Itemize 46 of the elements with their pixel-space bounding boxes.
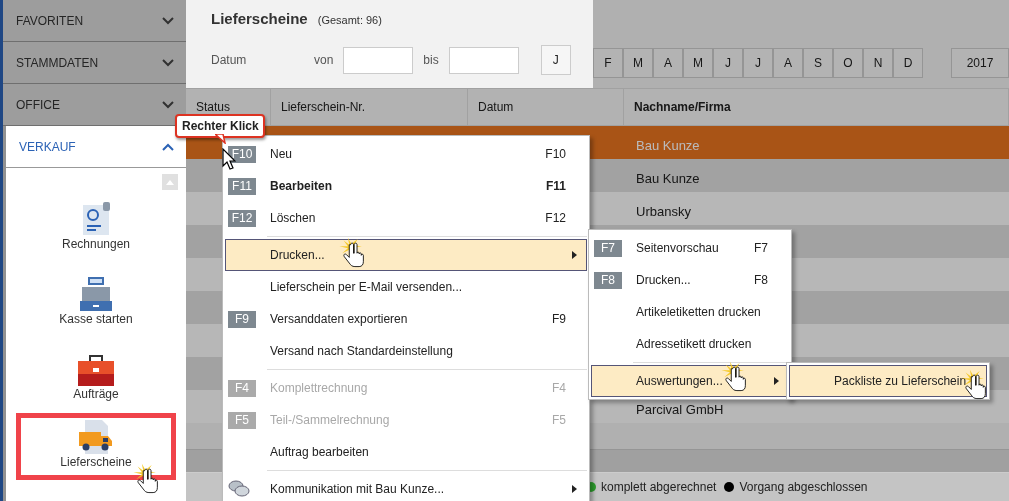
column-header[interactable]: Nachname/Firma — [624, 89, 1009, 125]
sidebar-section-header[interactable]: STAMMDATEN — [3, 42, 186, 84]
menu-item[interactable]: Artikeletiketten drucken — [591, 296, 789, 328]
table-cell-text: Urbansky — [635, 202, 692, 221]
sidebar-item[interactable]: Rechnungen — [11, 182, 181, 257]
column-header[interactable]: Datum — [468, 89, 624, 125]
month-button[interactable]: O — [833, 48, 863, 78]
to-label: bis — [423, 53, 439, 67]
year-button[interactable]: 2017 — [951, 48, 1009, 78]
month-button[interactable]: D — [893, 48, 923, 78]
menu-item[interactable]: F9 Versanddaten exportieren F9 — [225, 303, 587, 335]
menu-item[interactable]: Adressetikett drucken — [591, 328, 789, 360]
legend-label: komplett abgerechnet — [601, 480, 717, 494]
month-button[interactable]: J — [540, 45, 571, 75]
column-header[interactable]: Lieferschein-Nr. — [271, 89, 468, 125]
callout-tooltip: Rechter Klick — [175, 114, 265, 146]
month-button[interactable]: J — [743, 48, 773, 78]
month-button[interactable]: A — [773, 48, 803, 78]
month-button[interactable]: N — [863, 48, 893, 78]
table-cell-text: Parcival GmbH — [635, 400, 725, 419]
menu-item[interactable]: F8 Drucken... F8 — [591, 264, 789, 296]
menu-item[interactable]: Auswertungen... — [591, 365, 789, 397]
legend-label: Vorgang abgeschlossen — [739, 480, 868, 494]
menu-item[interactable]: Packliste zu Lieferschein — [789, 365, 987, 397]
menu-item[interactable]: F7 Seitenvorschau F7 — [591, 232, 789, 264]
month-button[interactable]: M — [623, 48, 653, 78]
menu-item[interactable]: Drucken... — [225, 239, 587, 271]
month-button[interactable]: F — [593, 48, 623, 78]
sidebar-item[interactable]: Aufträge — [11, 332, 181, 407]
table-cell-text: Bau Kunze — [635, 169, 701, 188]
menu-item[interactable]: Lieferschein per E-Mail versenden... — [225, 271, 587, 303]
from-label: von — [314, 53, 334, 67]
month-button[interactable]: A — [653, 48, 683, 78]
sidebar-section-header[interactable]: FAVORITEN — [3, 0, 186, 42]
page-title: Lieferscheine — [211, 10, 308, 27]
month-button[interactable]: J — [713, 48, 743, 78]
sidebar-item[interactable]: Kasse starten — [11, 257, 181, 332]
month-button[interactable]: M — [683, 48, 713, 78]
menu-item[interactable]: Versand nach Standardeinstellung — [225, 335, 587, 367]
date-label: Datum — [211, 53, 248, 67]
sidebar-item[interactable]: Lieferscheine — [16, 413, 176, 480]
month-button[interactable]: S — [803, 48, 833, 78]
menu-item[interactable]: Auftrag bearbeiten — [225, 436, 587, 468]
total-count: (Gesamt: 96) — [317, 14, 382, 26]
table-cell-text: Bau Kunze — [635, 136, 701, 155]
menu-item[interactable]: Kommunikation mit Bau Kunze... — [225, 473, 587, 501]
